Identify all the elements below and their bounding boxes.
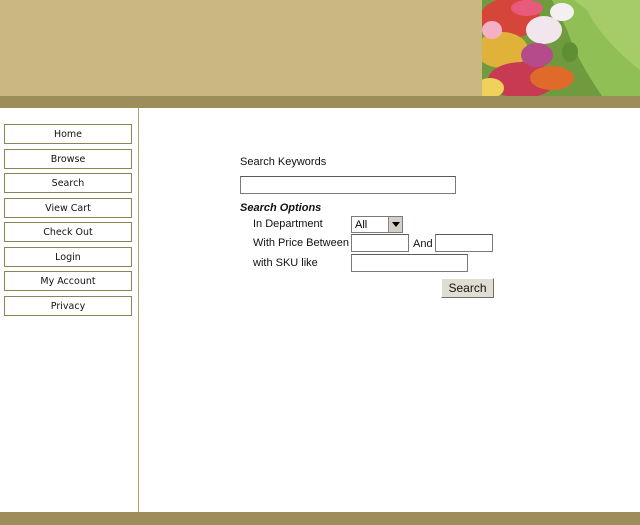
- department-selected-value: All: [355, 218, 368, 231]
- keywords-input[interactable]: [240, 176, 456, 194]
- price-and-label: And: [413, 238, 433, 250]
- department-select[interactable]: All: [351, 216, 403, 233]
- keywords-label: Search Keywords: [240, 156, 327, 168]
- page-footer: [0, 512, 640, 525]
- sidebar-nav: Home Browse Search View Cart Check Out L…: [0, 108, 139, 512]
- chevron-down-icon[interactable]: [388, 217, 402, 232]
- price-max-input[interactable]: [435, 234, 493, 252]
- nav-search-button[interactable]: Search: [4, 173, 132, 193]
- price-min-input[interactable]: [351, 234, 409, 252]
- nav-my-account-button[interactable]: My Account: [4, 271, 132, 291]
- price-between-label: With Price Between: [253, 237, 349, 249]
- nav-view-cart-button[interactable]: View Cart: [4, 198, 132, 218]
- nav-browse-button[interactable]: Browse: [4, 149, 132, 169]
- sku-input[interactable]: [351, 254, 468, 272]
- nav-check-out-button[interactable]: Check Out: [4, 222, 132, 242]
- search-submit-button[interactable]: Search: [441, 278, 494, 298]
- nav-login-button[interactable]: Login: [4, 247, 132, 267]
- flower-garden-image: [482, 0, 640, 96]
- nav-home-button[interactable]: Home: [4, 124, 132, 144]
- search-form: Search Keywords Search Options In Depart…: [140, 108, 640, 512]
- header-stripe: [0, 96, 640, 108]
- search-options-title: Search Options: [240, 202, 322, 214]
- page-header: [0, 0, 640, 96]
- sku-label: with SKU like: [253, 257, 318, 269]
- nav-privacy-button[interactable]: Privacy: [4, 296, 132, 316]
- department-label: In Department: [253, 218, 323, 230]
